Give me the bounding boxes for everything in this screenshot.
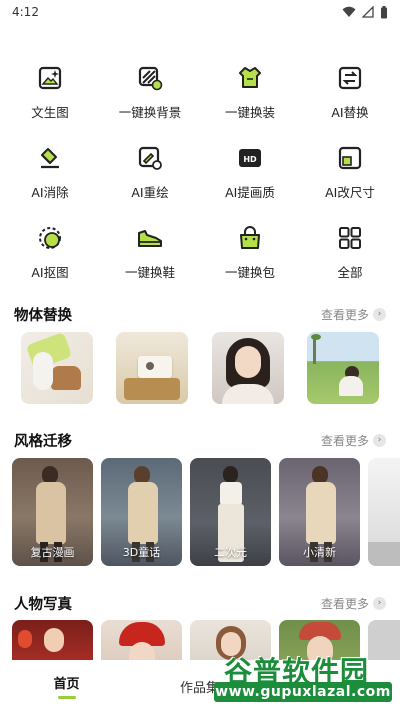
tool-change-background[interactable]: 一键换背景	[100, 56, 200, 136]
tool-label: AI消除	[31, 185, 69, 200]
view-more-label: 查看更多	[320, 596, 369, 611]
hd-icon: HD	[236, 144, 264, 172]
tool-label: AI重绘	[131, 185, 169, 200]
nav-active-indicator	[57, 696, 76, 699]
tool-label: AI抠图	[31, 265, 69, 280]
object-replace-row	[0, 332, 400, 404]
wifi-icon	[342, 6, 356, 17]
tool-label: AI替换	[331, 105, 369, 120]
chevron-right-icon: ›	[373, 307, 386, 321]
image-sparkle-icon	[36, 64, 64, 92]
style-thumb[interactable]: 二次元	[190, 458, 271, 566]
tool-ai-redraw[interactable]: AI重绘	[100, 136, 200, 216]
background-swap-icon	[136, 64, 164, 92]
shirt-swap-icon	[236, 64, 264, 92]
style-caption: 二次元	[214, 546, 247, 559]
section-title: 人物写真	[14, 596, 72, 613]
grid-all-icon	[336, 224, 364, 252]
view-more-link[interactable]: 查看更多 ›	[321, 306, 386, 323]
chevron-right-icon: ›	[373, 433, 386, 447]
nav-home[interactable]: 首页	[0, 660, 133, 712]
section-style-transfer-header: 风格迁移 查看更多 ›	[14, 429, 386, 451]
status-icons	[342, 5, 388, 19]
tool-ai-replace[interactable]: AI替换	[300, 56, 400, 136]
watermark-logo: 谷普软件园 www.gupuxlazal.com	[214, 650, 392, 704]
style-thumb[interactable]: 3D童话	[101, 458, 182, 566]
tool-label: 一键换装	[224, 105, 275, 120]
tool-change-outfit[interactable]: 一键换装	[200, 56, 300, 136]
brush-redraw-icon	[136, 144, 164, 172]
object-thumb[interactable]	[212, 332, 284, 404]
style-thumb[interactable]: 小清新	[279, 458, 360, 566]
style-thumb[interactable]: 复古漫画	[12, 458, 93, 566]
tool-change-bag[interactable]: 一键换包	[200, 216, 300, 296]
tool-label: 一键换鞋	[124, 265, 175, 280]
style-thumb-partial[interactable]	[368, 458, 400, 566]
tool-label: 文生图	[31, 105, 69, 120]
object-thumb[interactable]	[307, 332, 379, 404]
status-bar: 4:12	[0, 0, 400, 24]
tool-label: AI改尺寸	[325, 185, 375, 200]
section-title: 物体替换	[14, 307, 72, 324]
section-portrait-header: 人物写真 查看更多 ›	[14, 592, 386, 614]
tool-label: 一键换包	[224, 265, 275, 280]
object-thumb[interactable]	[21, 332, 93, 404]
tool-text-to-image[interactable]: 文生图	[0, 56, 100, 136]
style-transfer-row: 复古漫画 3D童话 二次元 小清新	[0, 458, 400, 566]
status-time: 4:12	[12, 5, 39, 19]
tool-ai-enhance[interactable]: HD AI提画质	[200, 136, 300, 216]
nav-home-label: 首页	[53, 677, 80, 692]
cutout-circle-icon	[36, 224, 64, 252]
tool-grid: 文生图 一键换背景 一键换装 AI替换 AI消除 AI重绘 HD AI提画质 A…	[0, 56, 400, 296]
eraser-icon	[36, 144, 64, 172]
signal-icon	[362, 6, 374, 18]
tool-ai-resize[interactable]: AI改尺寸	[300, 136, 400, 216]
tool-label: 全部	[337, 265, 363, 280]
section-title: 风格迁移	[14, 433, 72, 450]
section-object-replace-header: 物体替换 查看更多 ›	[14, 303, 386, 325]
swap-arrows-icon	[336, 64, 364, 92]
tool-label: AI提画质	[225, 185, 275, 200]
tool-label: 一键换背景	[118, 105, 182, 120]
watermark-url: www.gupuxlazal.com	[214, 682, 392, 702]
view-more-label: 查看更多	[320, 433, 369, 448]
style-caption: 复古漫画	[30, 546, 75, 559]
style-caption: 小清新	[303, 546, 336, 559]
object-thumb[interactable]	[116, 332, 188, 404]
tool-ai-cutout[interactable]: AI抠图	[0, 216, 100, 296]
bag-icon	[236, 224, 264, 252]
shoe-icon	[136, 224, 164, 252]
chevron-right-icon: ›	[373, 596, 386, 610]
style-caption: 3D童话	[122, 546, 161, 559]
resize-icon	[336, 144, 364, 172]
tool-change-shoes[interactable]: 一键换鞋	[100, 216, 200, 296]
battery-icon	[381, 5, 387, 18]
view-more-link[interactable]: 查看更多 ›	[321, 432, 386, 449]
view-more-label: 查看更多	[320, 307, 369, 322]
tool-ai-erase[interactable]: AI消除	[0, 136, 100, 216]
svg-text:HD: HD	[243, 155, 257, 164]
tool-all[interactable]: 全部	[300, 216, 400, 296]
view-more-link[interactable]: 查看更多 ›	[321, 595, 386, 612]
